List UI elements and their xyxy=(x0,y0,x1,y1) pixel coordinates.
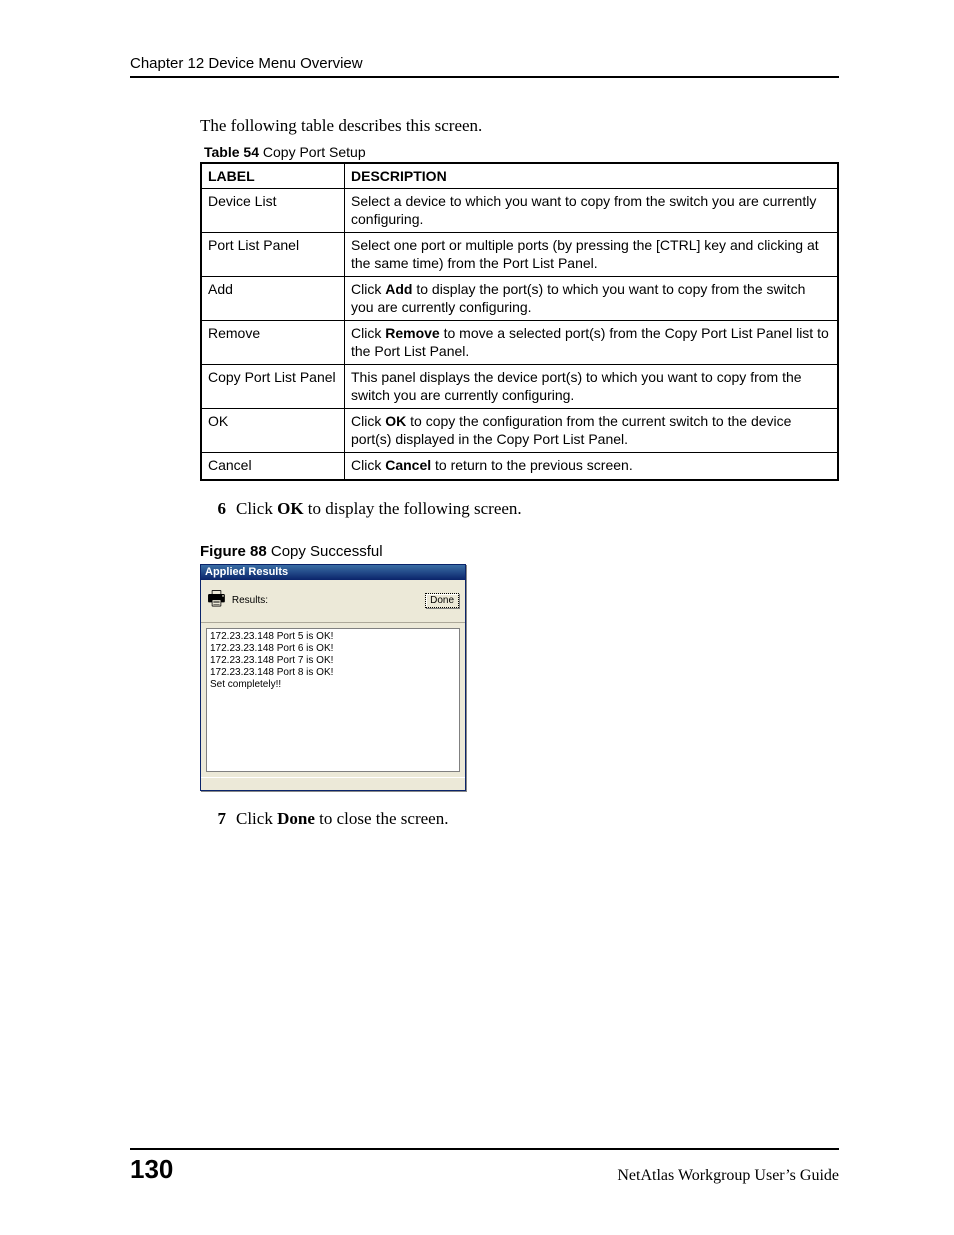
row-label: Copy Port List Panel xyxy=(201,365,345,409)
table-caption-rest: Copy Port Setup xyxy=(259,144,366,160)
figure-caption-bold: Figure 88 xyxy=(200,543,267,560)
step-number: 6 xyxy=(200,499,226,519)
list-item: 172.23.23.148 Port 8 is OK! xyxy=(210,667,456,679)
printer-icon: 🖶 xyxy=(207,584,226,618)
row-desc: Click OK to copy the configuration from … xyxy=(345,409,839,453)
col-label: LABEL xyxy=(201,163,345,189)
dialog-titlebar: Applied Results xyxy=(201,565,465,580)
chapter-header: Chapter 12 Device Menu Overview xyxy=(130,55,839,72)
done-button[interactable]: Done xyxy=(425,593,459,608)
list-item: 172.23.23.148 Port 6 is OK! xyxy=(210,643,456,655)
results-list: 172.23.23.148 Port 5 is OK! 172.23.23.14… xyxy=(206,628,460,772)
applied-results-dialog: Applied Results 🖶 Results: Done 172.23.2… xyxy=(200,564,466,791)
figure-caption-rest: Copy Successful xyxy=(267,543,383,560)
row-desc: Select a device to which you want to cop… xyxy=(345,189,839,233)
row-desc: Click Remove to move a selected port(s) … xyxy=(345,321,839,365)
col-description: DESCRIPTION xyxy=(345,163,839,189)
step-number: 7 xyxy=(200,809,226,829)
header-rule xyxy=(130,76,839,78)
table-row: Port List Panel Select one port or multi… xyxy=(201,233,838,277)
results-label: Results: xyxy=(232,595,268,606)
row-desc: Select one port or multiple ports (by pr… xyxy=(345,233,839,277)
row-label: OK xyxy=(201,409,345,453)
intro-text: The following table describes this scree… xyxy=(200,116,839,136)
list-item: 172.23.23.148 Port 7 is OK! xyxy=(210,655,456,667)
list-item: 172.23.23.148 Port 5 is OK! xyxy=(210,631,456,643)
table-row: Device List Select a device to which you… xyxy=(201,189,838,233)
table-row: OK Click OK to copy the configuration fr… xyxy=(201,409,838,453)
row-label: Add xyxy=(201,277,345,321)
step-6: 6Click OK to display the following scree… xyxy=(200,499,839,519)
list-item: Set completely!! xyxy=(210,679,456,691)
step-7: 7Click Done to close the screen. xyxy=(200,809,839,829)
row-label: Cancel xyxy=(201,453,345,480)
table-row: Cancel Click Cancel to return to the pre… xyxy=(201,453,838,480)
table-row: Copy Port List Panel This panel displays… xyxy=(201,365,838,409)
table-caption-bold: Table 54 xyxy=(204,144,259,160)
row-label: Device List xyxy=(201,189,345,233)
table-row: Remove Click Remove to move a selected p… xyxy=(201,321,838,365)
row-label: Port List Panel xyxy=(201,233,345,277)
table-caption: Table 54 Copy Port Setup xyxy=(204,144,839,160)
figure-caption: Figure 88 Copy Successful xyxy=(200,543,839,560)
row-desc: Click Add to display the port(s) to whic… xyxy=(345,277,839,321)
definition-table: LABEL DESCRIPTION Device List Select a d… xyxy=(200,162,839,481)
guide-title: NetAtlas Workgroup User’s Guide xyxy=(617,1167,839,1185)
row-label: Remove xyxy=(201,321,345,365)
table-header-row: LABEL DESCRIPTION xyxy=(201,163,838,189)
page-footer: 130 NetAtlas Workgroup User’s Guide xyxy=(130,1148,839,1185)
document-page: Chapter 12 Device Menu Overview The foll… xyxy=(0,0,954,1235)
page-number: 130 xyxy=(130,1154,173,1185)
content-area: The following table describes this scree… xyxy=(130,116,839,829)
dialog-statusbar xyxy=(201,777,465,790)
row-desc: Click Cancel to return to the previous s… xyxy=(345,453,839,480)
table-row: Add Click Add to display the port(s) to … xyxy=(201,277,838,321)
row-desc: This panel displays the device port(s) t… xyxy=(345,365,839,409)
dialog-toolbar: 🖶 Results: Done xyxy=(201,580,465,623)
